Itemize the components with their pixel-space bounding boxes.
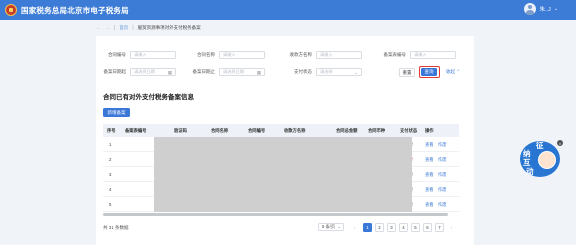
row-index: 1 — [109, 142, 112, 147]
contract-name-placeholder: 请输入 — [223, 52, 236, 57]
date-to-label: 备案日期止 — [192, 69, 216, 74]
pay-status-select[interactable]: 请选择 ⌄ — [316, 68, 362, 76]
payee-name-input[interactable]: 请输入 — [316, 51, 362, 59]
horizontal-scrollbar[interactable] — [103, 213, 448, 216]
close-icon[interactable]: × — [557, 140, 563, 146]
filter-payee-name: 收款方名称 请输入 — [282, 51, 362, 59]
view-link[interactable]: 查看 — [425, 187, 434, 193]
separator-icon: | — [132, 25, 134, 31]
void-link[interactable]: 作废 — [438, 142, 447, 148]
col-actions: 操作 — [425, 128, 434, 133]
page-button[interactable]: 5 — [411, 223, 420, 232]
breadcrumb-home[interactable]: 首页 — [119, 25, 128, 31]
page-button[interactable]: 3 — [387, 223, 396, 232]
collapse-toggle[interactable]: 收起 ⌃ — [446, 69, 460, 75]
col-contract-name: 合同名称 — [211, 128, 229, 133]
date-from-picker[interactable]: 请选择日期 ▦ — [130, 68, 176, 76]
contract-name-input[interactable]: 请输入 — [219, 51, 265, 59]
contract-no-input[interactable]: 请输入 — [130, 51, 176, 59]
query-button[interactable]: 查询 — [421, 68, 437, 76]
user-menu[interactable]: 朱..J ⌄ — [524, 3, 558, 15]
view-link[interactable]: 查看 — [425, 142, 434, 148]
mascot-char: 征 — [536, 141, 544, 150]
back-arrow-icon[interactable]: ← — [96, 25, 101, 31]
record-no-placeholder: 请输入 — [414, 52, 427, 57]
next-page-button[interactable]: › — [447, 223, 456, 232]
page-button[interactable]: 4 — [399, 223, 408, 232]
contract-no-label: 合同编号 — [108, 52, 126, 57]
payee-name-label: 收款方名称 — [289, 52, 313, 57]
mascot-char: 动 — [526, 167, 534, 176]
chevron-up-icon[interactable]: ⌃ — [456, 69, 460, 74]
date-to-picker[interactable]: 请选择日期 ▦ — [219, 68, 265, 76]
date-to-placeholder: 请选择日期 — [223, 69, 244, 74]
avatar[interactable] — [524, 3, 537, 15]
page-button[interactable]: 6 — [423, 223, 432, 232]
filter-date-from: 备案日期起 请选择日期 ▦ — [96, 68, 176, 76]
contract-no-placeholder: 请输入 — [134, 52, 147, 57]
void-link[interactable]: 作废 — [438, 187, 447, 193]
pay-status-placeholder: 请选择 — [320, 69, 333, 74]
separator-icon: | — [114, 25, 116, 31]
payee-name-placeholder: 请输入 — [320, 52, 333, 57]
col-record-no: 备案表编号 — [125, 128, 147, 133]
add-record-button[interactable]: 新增备案 — [103, 108, 130, 117]
site-title: 国家税务总局北京市电子税务局 — [21, 5, 129, 15]
tax-emblem-icon — [5, 4, 17, 16]
chevron-down-icon[interactable]: ⌄ — [554, 6, 558, 12]
top-bar: 国家税务总局北京市电子税务局 朱..J ⌄ — [0, 0, 576, 20]
void-link[interactable]: 作废 — [438, 172, 447, 178]
col-contract-no: 合同编号 — [248, 128, 266, 133]
chevron-down-icon[interactable]: ⌄ — [337, 224, 341, 230]
record-no-input[interactable]: 请输入 — [410, 51, 456, 59]
filter-contract-name: 合同名称 请输入 — [185, 51, 265, 59]
user-name[interactable]: 朱..J — [539, 5, 550, 13]
date-from-placeholder: 请选择日期 — [134, 69, 155, 74]
collapse-label[interactable]: 收起 — [446, 69, 455, 74]
view-link[interactable]: 查看 — [425, 157, 434, 163]
col-pay-status: 支付状态 — [400, 128, 418, 133]
filter-date-to: 备案日期止 请选择日期 ▦ — [185, 68, 265, 76]
void-link[interactable]: 作废 — [438, 157, 447, 163]
date-from-label: 备案日期起 — [103, 69, 127, 74]
view-link[interactable]: 查看 — [425, 202, 434, 208]
page-button[interactable]: 2 — [375, 223, 384, 232]
row-index: 3 — [109, 172, 112, 177]
prev-page-button[interactable]: ‹ — [350, 223, 359, 232]
page-size-value: 5 条/页 — [322, 224, 336, 229]
col-verify-code: 验证码 — [174, 128, 187, 133]
col-index: 序号 — [107, 128, 116, 133]
section-title: 合同已有对外支付税务备案信息 — [103, 94, 194, 101]
filter-record-no: 备案表编号 请输入 — [376, 51, 456, 59]
mascot-face-icon — [538, 151, 556, 169]
calendar-icon[interactable]: ▦ — [168, 70, 172, 76]
filter-contract-no: 合同编号 请输入 — [96, 51, 176, 59]
page-button[interactable]: 7 — [435, 223, 444, 232]
pay-status-label: 支付状态 — [294, 69, 312, 74]
view-link[interactable]: 查看 — [425, 172, 434, 178]
col-total-amount: 合同总金额 — [336, 128, 358, 133]
breadcrumb: ← → | 首页 | 服贸资源事项对外支付税务备案 — [96, 24, 201, 32]
page-button[interactable]: 1 — [363, 223, 372, 232]
breadcrumb-current: 服贸资源事项对外支付税务备案 — [137, 25, 201, 30]
void-link[interactable]: 作废 — [438, 202, 447, 208]
row-index: 5 — [109, 202, 112, 207]
total-count: 共 31 条数据 — [103, 225, 129, 230]
chevron-down-icon[interactable]: ⌄ — [354, 70, 358, 76]
forward-arrow-icon[interactable]: → — [105, 25, 110, 31]
col-payee-name: 收款方名称 — [284, 128, 306, 133]
row-index: 4 — [109, 187, 112, 192]
filter-pay-status: 支付状态 请选择 ⌄ — [282, 68, 362, 76]
page-size-select[interactable]: 5 条/页 ⌄ — [318, 223, 344, 231]
contract-name-label: 合同名称 — [197, 52, 215, 57]
calendar-icon[interactable]: ▦ — [257, 70, 261, 76]
reset-button[interactable]: 重置 — [399, 68, 415, 77]
row-index: 2 — [109, 157, 112, 162]
table-header: 序号 备案表编号 验证码 合同名称 合同编号 收款方名称 合同总金额 合同币种 … — [103, 124, 459, 137]
col-currency: 合同币种 — [368, 128, 386, 133]
service-mascot-widget[interactable]: 征 纳 互 动 — [520, 141, 560, 177]
record-no-label: 备案表编号 — [383, 52, 407, 57]
redaction-block — [154, 137, 412, 212]
main-panel: 合同编号 请输入 合同名称 请输入 收款方名称 请输入 备案表编号 请输入 备案… — [96, 36, 474, 245]
